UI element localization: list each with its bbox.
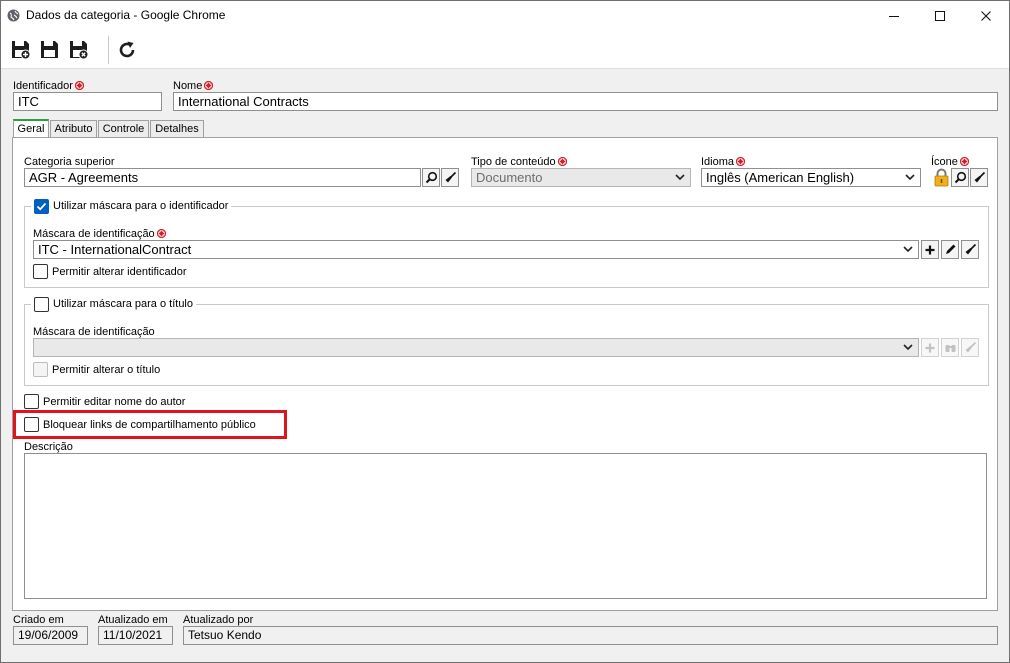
toolbar xyxy=(1,31,1009,69)
title-mask-select[interactable] xyxy=(33,338,919,357)
chevron-down-icon xyxy=(903,246,913,252)
allow-change-title-label: Permitir alterar o título xyxy=(52,363,161,376)
tab-geral[interactable]: Geral xyxy=(13,119,49,138)
required-icon xyxy=(156,229,166,238)
clear-parent-button[interactable] xyxy=(441,168,459,187)
eraser-icon xyxy=(974,171,985,183)
plus-icon xyxy=(925,245,935,254)
plus-icon xyxy=(925,343,935,352)
language-value: Inglês (American English) xyxy=(706,170,855,185)
minimize-icon xyxy=(889,15,899,17)
updated-by-field: Tetsuo Kendo xyxy=(183,626,998,645)
edit-mask-button[interactable] xyxy=(941,240,959,259)
eraser-icon xyxy=(965,243,976,255)
title-mask-checkbox[interactable] xyxy=(34,296,49,312)
description-textarea[interactable] xyxy=(24,453,987,599)
allow-change-id-row: Permitir alterar identificador xyxy=(33,264,187,279)
allow-change-title-checkbox[interactable] xyxy=(33,362,48,377)
minimize-button[interactable] xyxy=(871,1,917,30)
tab-detalhes[interactable]: Detalhes xyxy=(150,120,204,137)
content-type-label: Tipo de conteúdo xyxy=(471,156,567,168)
title-mask-checkbox-label: Utilizar máscara para o título xyxy=(53,298,193,310)
search-icon-button[interactable] xyxy=(951,168,969,187)
language-select[interactable]: Inglês (American English) xyxy=(701,168,921,187)
name-label: Nome xyxy=(173,80,214,92)
allow-change-id-label: Permitir alterar identificador xyxy=(52,265,187,278)
required-icon xyxy=(959,157,969,166)
title-mask-label: Máscara de identificação xyxy=(33,326,155,338)
toolbar-separator xyxy=(108,36,109,64)
close-window-button[interactable] xyxy=(963,1,1009,30)
save-icon xyxy=(41,41,58,58)
chevron-down-icon xyxy=(675,174,685,180)
required-icon xyxy=(204,81,214,90)
id-mask-checkbox-label: Utilizar máscara para o identificador xyxy=(53,200,229,212)
content-type-value: Documento xyxy=(476,170,543,185)
language-label: Idioma xyxy=(701,156,746,168)
refresh-icon xyxy=(119,41,135,58)
save-close-button[interactable] xyxy=(67,38,91,62)
allow-change-title-row: Permitir alterar o título xyxy=(33,362,160,377)
tab-controle[interactable]: Controle xyxy=(98,120,149,137)
chevron-down-icon xyxy=(905,174,915,180)
identifier-label: Identificador xyxy=(13,80,84,92)
clear-title-mask-button[interactable] xyxy=(961,338,979,357)
name-input[interactable]: International Contracts xyxy=(173,92,998,111)
window-title: Dados da categoria - Google Chrome xyxy=(26,8,226,22)
allow-change-id-checkbox[interactable] xyxy=(33,264,48,279)
search-parent-button[interactable] xyxy=(422,168,440,187)
identifier-input[interactable]: ITC xyxy=(13,92,162,111)
clear-icon-button[interactable] xyxy=(970,168,988,187)
required-icon xyxy=(736,157,746,166)
search-icon xyxy=(425,171,437,184)
title-mask-legend: Utilizar máscara para o título xyxy=(31,296,196,312)
highlight-box xyxy=(13,410,287,439)
allow-author-checkbox[interactable] xyxy=(24,394,39,409)
close-icon xyxy=(981,10,991,21)
updated-label: Atualizado em xyxy=(98,614,168,626)
id-mask-label: Máscara de identificação xyxy=(33,228,166,240)
updated-by-label: Atualizado por xyxy=(183,614,254,626)
search-icon xyxy=(954,171,966,184)
required-icon xyxy=(557,157,567,166)
save-new-icon xyxy=(12,41,31,60)
id-mask-legend: Utilizar máscara para o identificador xyxy=(31,198,232,214)
binoculars-icon xyxy=(945,345,955,352)
id-mask-select[interactable]: ITC - InternationalContract xyxy=(33,240,919,259)
add-title-mask-button[interactable] xyxy=(921,338,939,357)
save-button[interactable] xyxy=(38,38,62,62)
category-icon-preview[interactable] xyxy=(932,168,951,187)
tab-atributo[interactable]: Atributo xyxy=(50,120,97,137)
created-label: Criado em xyxy=(13,614,64,626)
id-mask-checkbox[interactable] xyxy=(34,198,49,214)
add-mask-button[interactable] xyxy=(921,240,939,259)
save-close-icon xyxy=(70,41,89,60)
save-new-button[interactable] xyxy=(9,38,33,62)
icon-label: Ícone xyxy=(931,156,969,168)
checkmark-icon xyxy=(36,202,47,210)
pencil-icon xyxy=(945,244,955,254)
eraser-icon xyxy=(445,171,456,183)
maximize-button[interactable] xyxy=(917,1,963,30)
clear-mask-button[interactable] xyxy=(961,240,979,259)
required-icon xyxy=(74,81,84,90)
content-type-select[interactable]: Documento xyxy=(471,168,691,187)
chevron-down-icon xyxy=(903,344,913,350)
updated-field: 11/10/2021 xyxy=(98,626,173,645)
id-mask-value: ITC - InternationalContract xyxy=(38,242,192,257)
allow-author-label: Permitir editar nome do autor xyxy=(43,395,186,408)
lock-icon xyxy=(934,168,949,187)
view-title-mask-button[interactable] xyxy=(941,338,959,357)
maximize-icon xyxy=(935,10,945,21)
description-label: Descrição xyxy=(24,441,73,453)
parent-category-input[interactable]: AGR - Agreements xyxy=(24,168,421,187)
allow-author-row: Permitir editar nome do autor xyxy=(24,394,185,409)
parent-category-label: Categoria superior xyxy=(24,156,115,168)
eraser-icon xyxy=(965,341,976,353)
globe-icon xyxy=(7,9,20,22)
created-field: 19/06/2009 xyxy=(13,626,88,645)
refresh-button[interactable] xyxy=(115,38,139,62)
